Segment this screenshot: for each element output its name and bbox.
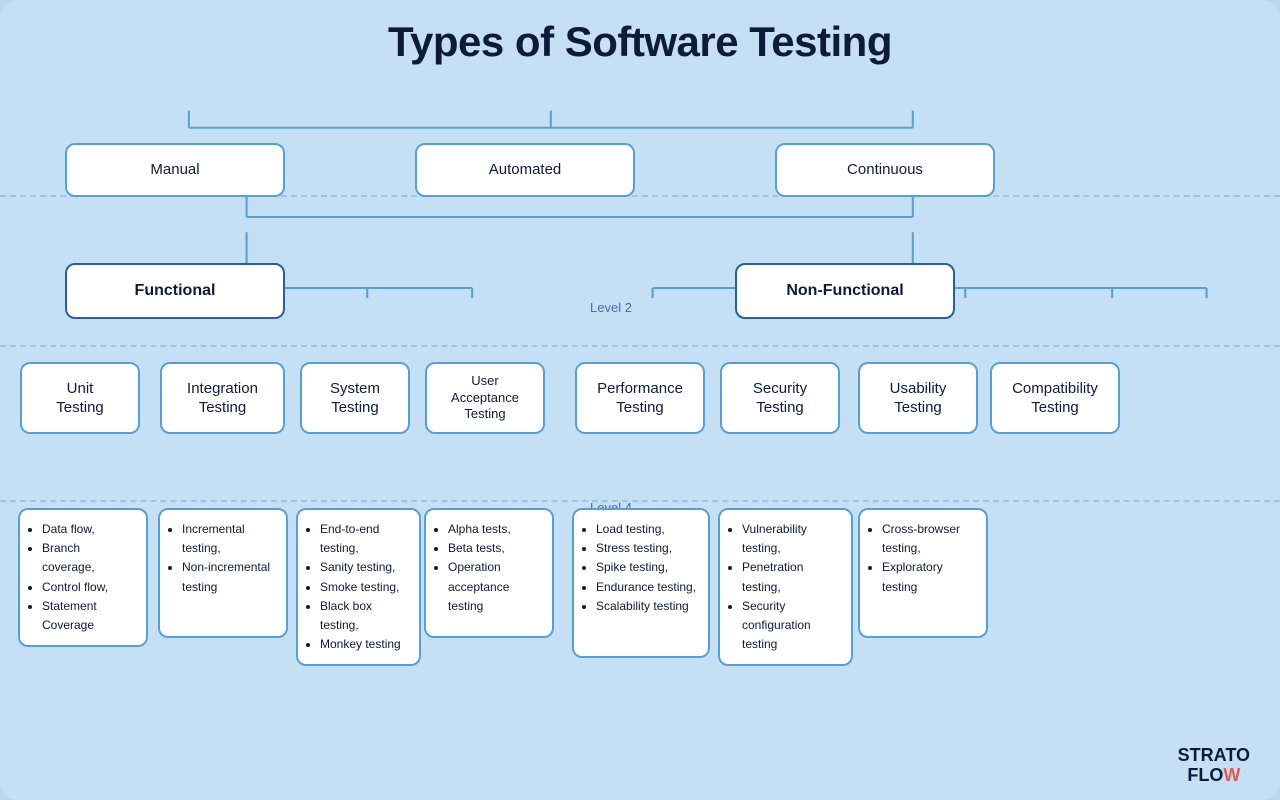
- dashed-line-3: [0, 500, 1280, 502]
- unit-testing-node: UnitTesting: [20, 362, 140, 434]
- branding-line1: STRATO: [1178, 746, 1250, 766]
- automated-node: Automated: [415, 143, 635, 197]
- main-container: Types of Software Testing: [0, 0, 1280, 800]
- performance-detail-box: Load testing, Stress testing, Spike test…: [572, 508, 710, 658]
- w-char: W: [1223, 765, 1240, 785]
- integration-detail-box: Incremental testing, Non-incremental tes…: [158, 508, 288, 638]
- uat-detail-box: Alpha tests, Beta tests, Operation accep…: [424, 508, 554, 638]
- security-testing-node: SecurityTesting: [720, 362, 840, 434]
- branding-line2: FLOW: [1178, 766, 1250, 786]
- nonfunctional-node: Non-Functional: [735, 263, 955, 319]
- functional-node: Functional: [65, 263, 285, 319]
- page-title: Types of Software Testing: [30, 18, 1250, 66]
- uat-node: UserAcceptanceTesting: [425, 362, 545, 434]
- dashed-line-2: [0, 345, 1280, 347]
- unit-detail-box: Data flow, Branch coverage, Control flow…: [18, 508, 148, 647]
- level2-label: Level 2: [590, 300, 632, 315]
- usability-testing-node: UsabilityTesting: [858, 362, 978, 434]
- usability-detail-box: Cross-browser testing, Exploratory testi…: [858, 508, 988, 638]
- system-testing-node: SystemTesting: [300, 362, 410, 434]
- system-detail-box: End-to-end testing, Sanity testing, Smok…: [296, 508, 421, 666]
- integration-testing-node: IntegrationTesting: [160, 362, 285, 434]
- branding: STRATO FLOW: [1178, 746, 1250, 786]
- compatibility-testing-node: CompatibilityTesting: [990, 362, 1120, 434]
- continuous-node: Continuous: [775, 143, 995, 197]
- manual-node: Manual: [65, 143, 285, 197]
- performance-testing-node: PerformanceTesting: [575, 362, 705, 434]
- security-detail-box: Vulnerability testing, Penetration testi…: [718, 508, 853, 666]
